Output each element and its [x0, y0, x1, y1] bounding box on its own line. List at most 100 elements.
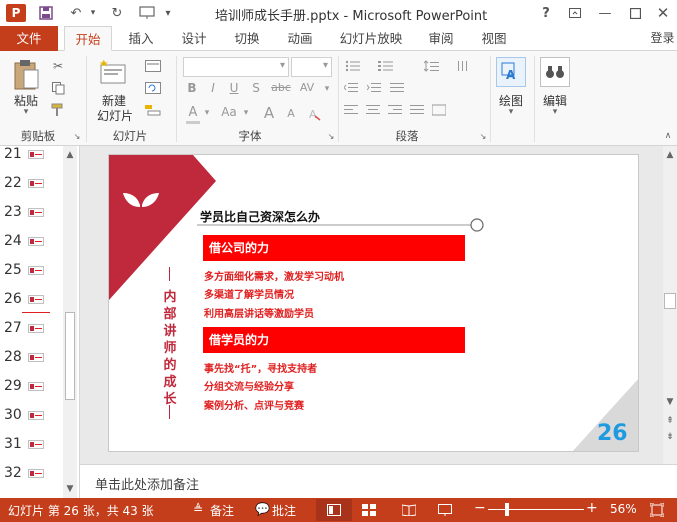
- find-binoculars-icon[interactable]: [540, 57, 570, 87]
- thumbnail-28[interactable]: 28: [0, 349, 62, 378]
- notes-pane[interactable]: 单击此处添加备注: [80, 464, 677, 498]
- tab-slideshow[interactable]: 幻灯片放映: [334, 26, 408, 51]
- save-icon[interactable]: [37, 4, 55, 22]
- fit-to-window-icon[interactable]: [649, 502, 665, 520]
- notes-toggle[interactable]: 备注: [210, 502, 234, 519]
- login-link[interactable]: 登录: [648, 26, 677, 51]
- svg-text:A: A: [506, 68, 516, 82]
- thumbnail-23[interactable]: 23: [0, 204, 62, 233]
- thumbnail-scroll-thumb[interactable]: [65, 312, 75, 400]
- paragraph-launcher-icon[interactable]: ↘: [478, 131, 488, 141]
- tab-insert[interactable]: 插入: [120, 26, 162, 51]
- drawing-icon[interactable]: A: [496, 57, 526, 87]
- paste-dropdown-icon[interactable]: ▾: [19, 107, 33, 117]
- thumbnail-32[interactable]: 32: [0, 465, 62, 494]
- scroll-down-icon[interactable]: ▼: [63, 482, 77, 496]
- clear-format-icon[interactable]: A: [306, 105, 324, 123]
- line-spacing-icon[interactable]: [420, 57, 444, 75]
- thumbnail-26[interactable]: 26: [0, 291, 62, 320]
- thumbnail-31[interactable]: 31: [0, 436, 62, 465]
- grow-font-button[interactable]: A: [262, 104, 276, 122]
- bullets-icon[interactable]: [342, 57, 364, 75]
- change-case-dropdown-icon[interactable]: ▾: [241, 108, 251, 118]
- cut-icon[interactable]: ✂: [48, 57, 68, 75]
- font-color-dropdown-icon[interactable]: ▾: [202, 108, 212, 118]
- help-icon[interactable]: ?: [538, 4, 554, 22]
- new-slide-icon[interactable]: [98, 57, 130, 87]
- maximize-icon[interactable]: [626, 4, 644, 22]
- comments-icon[interactable]: 💬: [255, 502, 270, 516]
- thumbnail-30[interactable]: 30: [0, 407, 62, 436]
- slide-scroll-thumb[interactable]: [664, 293, 676, 309]
- next-slide-icon[interactable]: ⇟: [663, 430, 677, 444]
- minimize-icon[interactable]: —: [596, 4, 614, 22]
- slide-scroll-up-icon[interactable]: ▲: [663, 148, 677, 162]
- tab-view[interactable]: 视图: [474, 26, 514, 51]
- reset-icon[interactable]: [140, 79, 166, 97]
- bold-button[interactable]: B: [186, 81, 198, 95]
- thumbnail-21[interactable]: 21: [0, 146, 62, 175]
- drawing-dropdown-icon[interactable]: ▾: [506, 107, 516, 117]
- tab-file[interactable]: 文件: [0, 26, 58, 51]
- editing-dropdown-icon[interactable]: ▾: [550, 107, 560, 117]
- char-spacing-dropdown-icon[interactable]: ▾: [322, 84, 332, 94]
- zoom-out-button[interactable]: −: [474, 500, 486, 516]
- format-painter-icon[interactable]: [48, 101, 68, 119]
- italic-button[interactable]: I: [207, 81, 219, 95]
- shrink-font-button[interactable]: A: [285, 107, 297, 120]
- presenter-icon[interactable]: [136, 4, 158, 22]
- collapse-ribbon-icon[interactable]: ∧: [662, 131, 674, 141]
- underline-button[interactable]: U: [228, 81, 240, 95]
- font-color-button[interactable]: A: [186, 105, 200, 124]
- clipboard-launcher-icon[interactable]: ↘: [72, 131, 82, 141]
- restore-ribbon-icon[interactable]: [566, 4, 584, 22]
- slide-sorter-icon[interactable]: [362, 504, 376, 519]
- undo-icon[interactable]: ↶: [66, 4, 86, 22]
- customize-icon[interactable]: ▾: [162, 4, 174, 22]
- slide[interactable]: 内部讲师的成长 学员比自己资深怎么办 借公司的力 多方面细化需求，激发学习动机 …: [108, 154, 639, 452]
- slide-scrollbar[interactable]: ▲ ▼ ⇞ ⇟: [663, 146, 677, 464]
- thumbnail-25[interactable]: 25: [0, 262, 62, 291]
- change-case-button[interactable]: Aa: [218, 105, 240, 119]
- normal-view-button[interactable]: [316, 499, 352, 521]
- slide-scroll-down-icon[interactable]: ▼: [663, 395, 677, 409]
- thumbnail-24[interactable]: 24: [0, 233, 62, 262]
- layout-icon[interactable]: [140, 57, 166, 75]
- thumbnail-22[interactable]: 22: [0, 175, 62, 204]
- strikethrough-button[interactable]: abc: [270, 81, 292, 94]
- zoom-in-button[interactable]: +: [586, 500, 598, 516]
- shadow-button[interactable]: S: [250, 81, 262, 95]
- comments-toggle[interactable]: 批注: [272, 502, 296, 519]
- tab-design[interactable]: 设计: [174, 26, 214, 51]
- thumbnail-29[interactable]: 29: [0, 378, 62, 407]
- previous-slide-icon[interactable]: ⇞: [663, 414, 677, 428]
- undo-dropdown-icon[interactable]: ▾: [88, 4, 98, 22]
- redo-icon[interactable]: ↻: [107, 4, 127, 22]
- bullet-item: 案例分析、点评与竞赛: [204, 401, 304, 412]
- new-slide-dropdown[interactable]: 幻灯片: [88, 107, 142, 124]
- zoom-slider-thumb[interactable]: [505, 503, 509, 516]
- slide-thumbnail-pane: 21 22 23 24 25 26 27 28 29 30 31 32 ▲ ▼: [0, 146, 80, 498]
- thumbnail-27[interactable]: 27: [0, 320, 62, 349]
- font-size-combo[interactable]: [291, 57, 332, 77]
- tab-home[interactable]: 开始: [64, 26, 112, 51]
- char-spacing-button[interactable]: AV: [297, 81, 317, 94]
- paste-icon[interactable]: [10, 57, 42, 93]
- section-icon[interactable]: [140, 101, 166, 119]
- font-launcher-icon[interactable]: ↘: [326, 131, 336, 141]
- tab-animations[interactable]: 动画: [280, 26, 320, 51]
- zoom-level[interactable]: 56%: [610, 502, 637, 516]
- thumbnail-scrollbar[interactable]: ▲ ▼: [63, 146, 77, 498]
- numbering-icon[interactable]: [375, 57, 397, 75]
- font-name-combo[interactable]: [183, 57, 289, 77]
- tab-transitions[interactable]: 切换: [227, 26, 267, 51]
- copy-icon[interactable]: [48, 79, 68, 97]
- reading-view-icon[interactable]: [401, 504, 417, 519]
- close-icon[interactable]: ✕: [654, 4, 672, 22]
- slideshow-icon[interactable]: [438, 504, 452, 519]
- text-direction-icon[interactable]: [452, 57, 478, 75]
- scroll-up-icon[interactable]: ▲: [63, 148, 77, 162]
- zoom-slider[interactable]: [488, 509, 584, 510]
- notes-toggle-icon[interactable]: ≜: [193, 502, 203, 516]
- tab-review[interactable]: 审阅: [421, 26, 461, 51]
